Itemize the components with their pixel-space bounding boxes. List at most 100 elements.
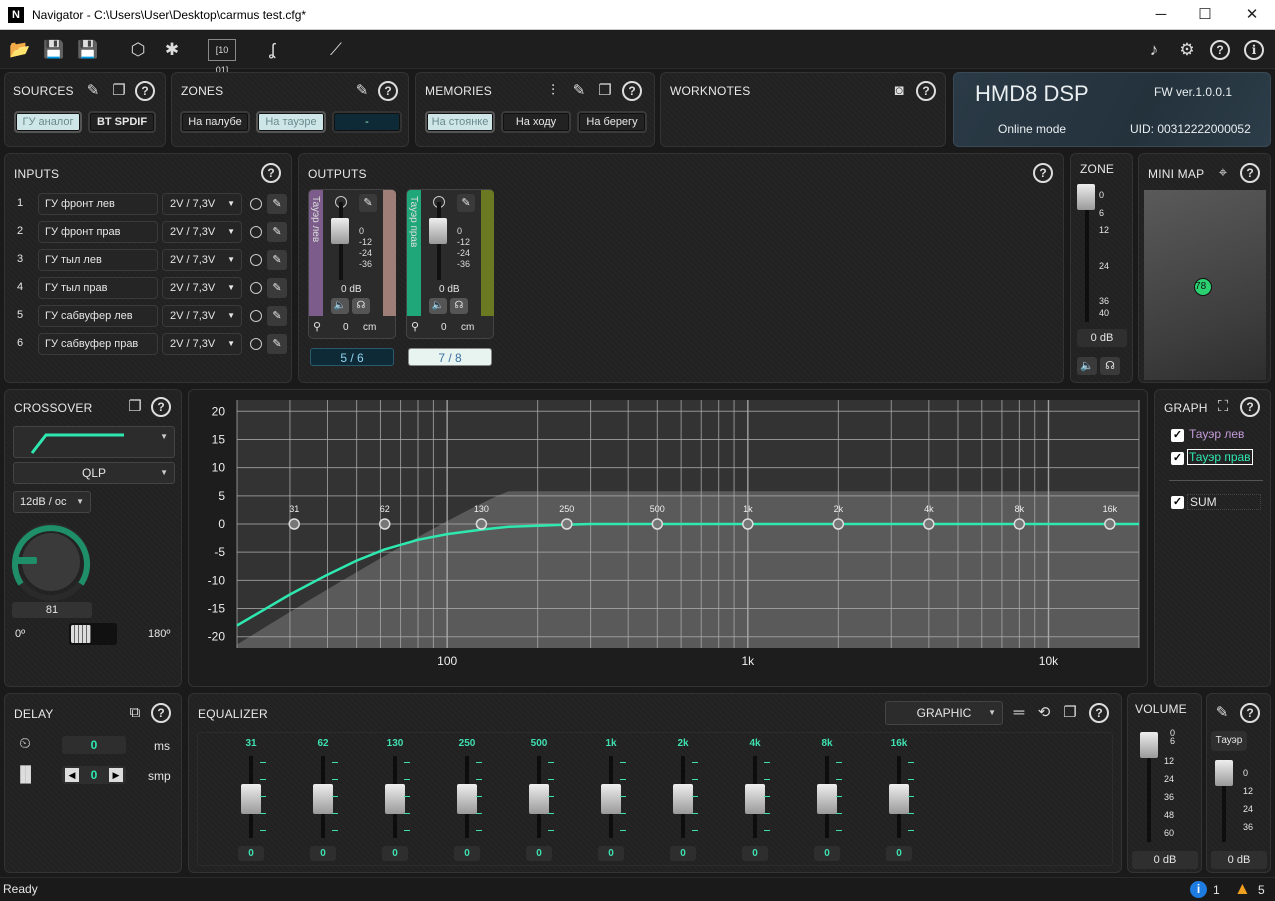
eq-band-value[interactable]: 0 bbox=[454, 846, 480, 861]
asterisk-icon[interactable]: ✱ bbox=[158, 36, 186, 64]
graph-channel-1-checkbox[interactable]: ✓ bbox=[1171, 429, 1184, 442]
edit-pen-icon[interactable]: ✎ bbox=[267, 278, 287, 298]
close-button[interactable]: ✕ bbox=[1229, 0, 1275, 30]
info-icon[interactable]: i bbox=[1244, 40, 1264, 60]
output-volume-knob[interactable] bbox=[1215, 760, 1233, 786]
binary-icon[interactable]: [10 01] bbox=[208, 39, 236, 75]
band-marker[interactable] bbox=[1013, 518, 1026, 530]
delay-ms-input[interactable]: 0 bbox=[62, 736, 126, 754]
input-name-field[interactable]: ГУ сабвуфер прав bbox=[38, 333, 158, 355]
band-marker[interactable] bbox=[923, 518, 935, 530]
source-chip-analog[interactable]: ГУ аналог bbox=[14, 111, 82, 133]
help-icon[interactable]: ? bbox=[1210, 40, 1230, 60]
fullscreen-icon[interactable]: ⛶ bbox=[1213, 397, 1233, 417]
eq-band-value[interactable]: 0 bbox=[526, 846, 552, 861]
input-level-select[interactable]: 2V / 7,3V bbox=[162, 249, 242, 271]
eq-band-slider[interactable] bbox=[601, 784, 621, 814]
input-level-select[interactable]: 2V / 7,3V bbox=[162, 193, 242, 215]
band-marker[interactable] bbox=[378, 518, 391, 530]
filter-mode-select[interactable]: QLP bbox=[13, 462, 175, 484]
device-chip-icon[interactable]: ⬡ bbox=[124, 36, 152, 64]
graph-help-icon[interactable]: ? bbox=[1240, 397, 1260, 417]
worknotes-help-icon[interactable]: ? bbox=[916, 81, 936, 101]
open-folder-icon[interactable]: 📂 bbox=[6, 36, 34, 64]
band-marker[interactable] bbox=[651, 518, 664, 530]
crossover-help-icon[interactable]: ? bbox=[151, 397, 171, 417]
eq-band-value[interactable]: 0 bbox=[238, 846, 264, 861]
sum-checkbox[interactable]: ✓ bbox=[1171, 496, 1184, 509]
eq-band-slider[interactable] bbox=[385, 784, 405, 814]
eq-band-value[interactable]: 0 bbox=[598, 846, 624, 861]
eq-band-value[interactable]: 0 bbox=[670, 846, 696, 861]
sliders-icon[interactable]: ⫶ bbox=[543, 81, 563, 101]
eq-band-slider[interactable] bbox=[817, 784, 837, 814]
output-routing-chip[interactable]: 5 / 6 bbox=[310, 348, 394, 366]
minimize-button[interactable]: ─ bbox=[1138, 0, 1184, 30]
delay-help-icon[interactable]: ? bbox=[151, 703, 171, 723]
zones-help-icon[interactable]: ? bbox=[378, 81, 398, 101]
edit-pen-icon[interactable]: ✎ bbox=[267, 194, 287, 214]
volume-knob[interactable] bbox=[1140, 732, 1158, 758]
outputs-help-icon[interactable]: ? bbox=[1033, 163, 1053, 183]
decrement-icon[interactable]: ◀ bbox=[65, 768, 79, 782]
input-level-select[interactable]: 2V / 7,3V bbox=[162, 221, 242, 243]
magnifier-icon[interactable]: ⚲ bbox=[411, 320, 419, 333]
input-name-field[interactable]: ГУ фронт лев bbox=[38, 193, 158, 215]
zone-chip-deck[interactable]: На палубе bbox=[180, 111, 250, 133]
input-level-select[interactable]: 2V / 7,3V bbox=[162, 305, 242, 327]
input-name-field[interactable]: ГУ фронт прав bbox=[38, 221, 158, 243]
output-fader-knob[interactable] bbox=[331, 218, 349, 244]
maximize-button[interactable]: ☐ bbox=[1182, 0, 1228, 30]
input-name-field[interactable]: ГУ тыл лев bbox=[38, 249, 158, 271]
zone-chip-tower[interactable]: На тауэре bbox=[256, 111, 326, 133]
phase-icon[interactable]: ☊ bbox=[1100, 357, 1120, 375]
link-icon[interactable]: ═ bbox=[1009, 703, 1029, 723]
input-indicator-icon[interactable] bbox=[250, 338, 262, 350]
gear-icon[interactable]: ⚙ bbox=[1173, 36, 1201, 64]
edit-pen-icon[interactable]: ✎ bbox=[83, 81, 103, 101]
input-name-field[interactable]: ГУ тыл прав bbox=[38, 277, 158, 299]
edit-pen-icon[interactable]: ✎ bbox=[267, 334, 287, 354]
memories-help-icon[interactable]: ? bbox=[622, 81, 642, 101]
inputs-help-icon[interactable]: ? bbox=[261, 163, 281, 183]
edit-pen-icon[interactable]: ✎ bbox=[569, 81, 589, 101]
input-indicator-icon[interactable] bbox=[250, 226, 262, 238]
input-indicator-icon[interactable] bbox=[250, 254, 262, 266]
edit-pen-icon[interactable]: ✎ bbox=[1212, 703, 1232, 723]
eq-band-value[interactable]: 0 bbox=[382, 846, 408, 861]
magic-wand-icon[interactable]: ⟋ bbox=[322, 36, 350, 64]
memory-chip-shore[interactable]: На берегу bbox=[577, 111, 647, 133]
output-fader-knob[interactable] bbox=[429, 218, 447, 244]
eq-band-slider[interactable] bbox=[313, 784, 333, 814]
probe-icon[interactable]: ʆ bbox=[258, 36, 286, 64]
save-as-icon[interactable]: 💾 bbox=[74, 36, 102, 64]
eq-band-value[interactable]: 0 bbox=[886, 846, 912, 861]
band-marker[interactable] bbox=[742, 518, 754, 530]
mini-map-area[interactable]: 78 bbox=[1144, 190, 1266, 380]
eq-band-slider[interactable] bbox=[889, 784, 909, 814]
edit-pen-icon[interactable]: ✎ bbox=[359, 194, 377, 212]
mute-icon[interactable]: 🔈 bbox=[429, 298, 447, 314]
eq-mode-select[interactable]: GRAPHIC bbox=[885, 701, 1003, 725]
memory-chip-moving[interactable]: На ходу bbox=[501, 111, 571, 133]
band-marker[interactable] bbox=[475, 518, 488, 530]
phase-knob[interactable] bbox=[9, 518, 101, 602]
copy-icon[interactable]: ❐ bbox=[109, 81, 129, 101]
reset-icon[interactable]: ⟲ bbox=[1034, 703, 1054, 723]
output-routing-chip[interactable]: 7 / 8 bbox=[408, 348, 492, 366]
slope-select[interactable]: 12dB / oc bbox=[13, 491, 91, 513]
eq-band-value[interactable]: 0 bbox=[310, 846, 336, 861]
phase-switch[interactable] bbox=[69, 623, 117, 645]
eq-help-icon[interactable]: ? bbox=[1089, 703, 1109, 723]
edit-pen-icon[interactable]: ✎ bbox=[267, 250, 287, 270]
delay-map-icon[interactable]: ⧉ bbox=[125, 703, 145, 723]
input-name-field[interactable]: ГУ сабвуфер лев bbox=[38, 305, 158, 327]
source-chip-bt[interactable]: BT SPDIF bbox=[88, 111, 156, 133]
eq-band-value[interactable]: 0 bbox=[742, 846, 768, 861]
eq-band-slider[interactable] bbox=[529, 784, 549, 814]
copy-icon[interactable]: ❐ bbox=[595, 81, 615, 101]
graph-channel-2-checkbox[interactable]: ✓ bbox=[1171, 452, 1184, 465]
eq-band-slider[interactable] bbox=[457, 784, 477, 814]
mute-icon[interactable]: 🔈 bbox=[331, 298, 349, 314]
speaker-marker[interactable]: 78 bbox=[1194, 278, 1212, 296]
